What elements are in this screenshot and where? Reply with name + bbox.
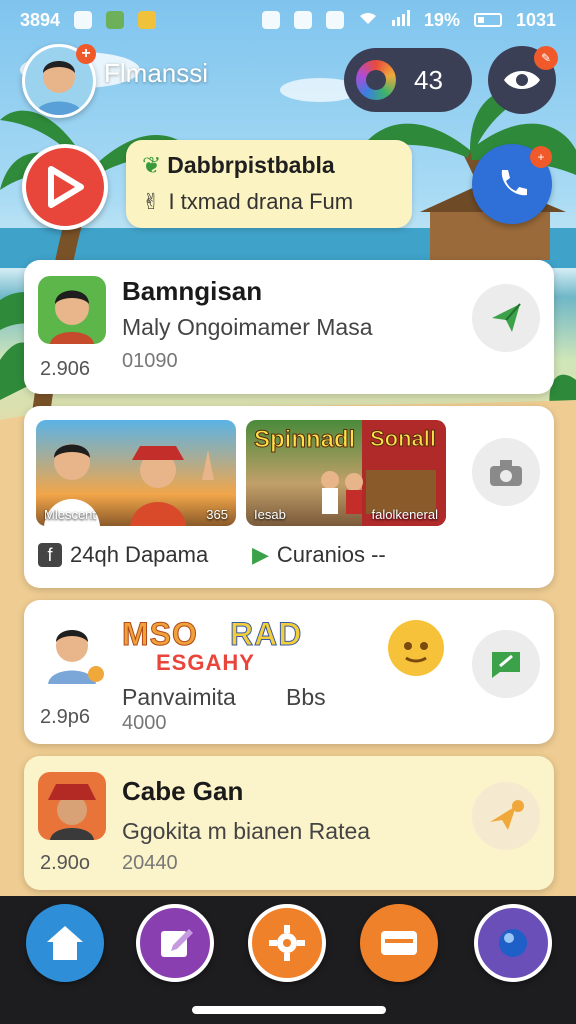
username: Flmanssi [104, 58, 209, 88]
item-subtitle: Ggokita m bianen Ratea [122, 818, 371, 844]
phone-icon [501, 170, 527, 196]
logo-text-1b: RAD [229, 616, 303, 653]
avatar [38, 276, 106, 344]
coin-count: 43 [414, 64, 443, 95]
card-footer-left: f 24qh Dapama [38, 542, 208, 568]
media-label-left: Mlescent [44, 507, 97, 522]
play-store-icon: ▶ [252, 542, 269, 567]
call-button[interactable]: + [472, 144, 552, 224]
coin-counter[interactable]: 43 [344, 48, 472, 112]
item-title: Bamngisan [122, 276, 263, 306]
list-item[interactable]: Bamngisan Maly Ongoimamer Masa 2.906 010… [24, 260, 554, 394]
notification-icon [74, 11, 93, 29]
list-item[interactable]: MSO RAD ESGAHY Panvaimita Bbs 2.9p6 4000 [24, 600, 554, 744]
gear-icon [269, 925, 305, 961]
app-notification-icon [106, 11, 125, 29]
nav-edit-button[interactable] [136, 904, 214, 982]
call-badge: + [530, 146, 552, 168]
promo-banner[interactable]: ❦ Dabbrpistbabla ✌ I txmad drana Fum [126, 140, 412, 228]
footer-left-text: 24qh Dapama [70, 542, 209, 567]
promo-title: Dabbrpistbabla [167, 152, 335, 178]
media-label-left: Iesab [254, 507, 286, 522]
item-count: 4000 [122, 712, 167, 734]
nav-home-button[interactable] [26, 904, 104, 982]
media-thumbnail-2[interactable]: Spinnadl Sonall Iesab falolkeneral [246, 420, 446, 526]
coin-icon [356, 60, 396, 100]
battery-icon [473, 13, 502, 27]
notification-badge: ✎ [534, 46, 558, 70]
nav-wallet-button[interactable] [360, 904, 438, 982]
nfc-icon [325, 11, 344, 29]
leaf-icon: ❦ [142, 152, 162, 178]
item-subtitle: Panvaimita [122, 684, 236, 710]
item-subtitle-2: Bbs [286, 684, 326, 710]
message-icon [492, 652, 520, 678]
status-bar: 3894 19% 1031 [0, 0, 576, 40]
globe-icon [499, 929, 527, 957]
share-icon [490, 800, 524, 830]
send-button[interactable] [472, 284, 540, 352]
facebook-icon: f [38, 543, 62, 567]
status-clock: 1031 [515, 9, 556, 30]
logo-text-1: MSO [122, 616, 198, 653]
view-button[interactable]: ✎ [488, 46, 558, 114]
battery-percent: 19% [423, 9, 460, 30]
media-card[interactable]: Mlescent 365 Spinnadl Sonall Iesab falol… [24, 406, 554, 588]
eye-icon [504, 71, 540, 89]
nav-profile-button[interactable] [474, 904, 552, 982]
card-footer-right: ▶ Curanios -- [252, 542, 386, 568]
camera-icon [490, 460, 522, 486]
message-button[interactable] [472, 630, 540, 698]
item-title: Cabe Gan [122, 776, 244, 806]
status-time-left: 3894 [20, 9, 61, 30]
share-button[interactable] [472, 782, 540, 850]
item-subtitle: Maly Ongoimamer Masa [122, 314, 373, 340]
home-icon [47, 926, 83, 960]
wifi-icon [358, 10, 378, 31]
wallet-icon [381, 931, 417, 955]
send-icon [492, 303, 521, 332]
play-icon [48, 166, 84, 208]
leaf-notification-icon [138, 11, 157, 29]
shield-icon [261, 11, 280, 29]
hand-icon: ✌ [142, 189, 161, 214]
item-count: 01090 [122, 350, 178, 372]
home-indicator[interactable] [192, 1006, 386, 1014]
item-stat: 2.906 [40, 358, 91, 380]
item-count: 20440 [122, 852, 178, 874]
media-thumbnail-1[interactable]: Mlescent 365 [36, 420, 236, 526]
avatar [38, 616, 106, 684]
vibrate-icon [293, 11, 312, 29]
media-label-right: falolkeneral [371, 507, 439, 522]
add-friend-badge[interactable]: + [76, 44, 96, 64]
gallery-button[interactable] [472, 438, 540, 506]
emoji-chat-icon[interactable] [388, 620, 444, 676]
item-stat: 2.9p6 [40, 706, 91, 728]
item-stat: 2.90o [40, 852, 91, 874]
footer-right-text: Curanios -- [276, 542, 386, 567]
nav-settings-button[interactable] [248, 904, 326, 982]
media-headline-2: Sonall [369, 426, 437, 452]
list-item[interactable]: Cabe Gan Ggokita m bianen Ratea 2.90o 20… [24, 756, 554, 890]
play-button[interactable] [22, 144, 108, 230]
promo-subtitle: I txmad drana Fum [168, 189, 354, 214]
media-label-right: 365 [206, 507, 228, 522]
media-headline: Spinnadl [253, 426, 356, 454]
edit-icon [161, 929, 193, 957]
logo-text-2: ESGAHY [156, 650, 255, 675]
signal-icon [391, 9, 410, 31]
avatar [38, 772, 106, 840]
